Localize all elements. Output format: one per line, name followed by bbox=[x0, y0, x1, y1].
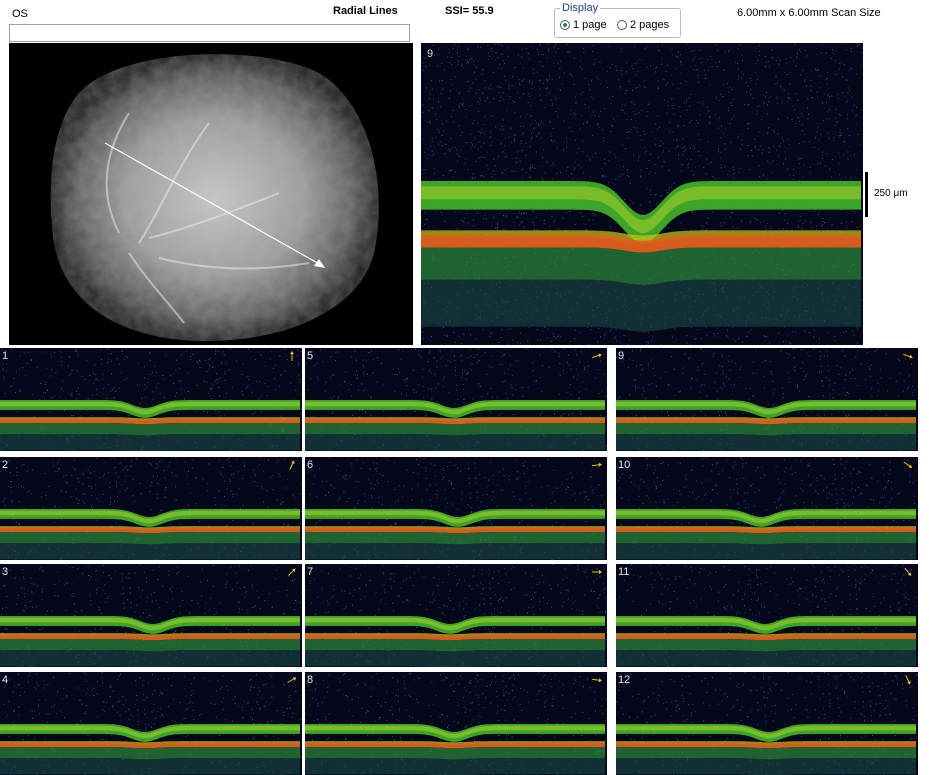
thumbnail-number: 10 bbox=[618, 459, 631, 471]
thumbnail-bscan-svg bbox=[0, 348, 302, 451]
thumbnail-number: 5 bbox=[307, 350, 314, 362]
thumbnail-scan-12[interactable]: 12 bbox=[616, 672, 918, 775]
scale-label: 250 μm bbox=[874, 188, 908, 199]
thumbnail-bscan-svg bbox=[616, 348, 918, 451]
direction-arrow-icon bbox=[591, 462, 602, 467]
thumbnail-number: 1 bbox=[2, 350, 9, 362]
thumbnail-bscan-svg bbox=[305, 348, 607, 451]
direction-arrow-icon bbox=[290, 351, 294, 361]
thumbnail-scan-10[interactable]: 10 bbox=[616, 457, 918, 560]
thumbnail-bscan-svg bbox=[305, 564, 607, 667]
thumbnail-number: 12 bbox=[618, 674, 631, 686]
thumbnail-scan-5[interactable]: 5 bbox=[305, 348, 607, 451]
direction-arrow-icon bbox=[591, 678, 602, 683]
fundus-header-bar bbox=[9, 24, 410, 42]
display-2-pages-radio[interactable]: 2 pages bbox=[617, 19, 669, 31]
direction-arrow-icon bbox=[904, 567, 912, 576]
thumbnail-bscan-svg bbox=[616, 564, 918, 667]
direction-arrow-icon bbox=[903, 353, 913, 359]
thumbnail-number: 4 bbox=[2, 674, 9, 686]
thumbnail-scan-2[interactable]: 2 bbox=[0, 457, 302, 560]
direction-arrow-icon bbox=[288, 568, 296, 576]
display-group: Display 1 page 2 pages bbox=[554, 3, 681, 38]
thumbnail-number: 11 bbox=[618, 566, 630, 578]
direction-arrow-icon bbox=[592, 570, 602, 574]
thumbnail-bscan-svg bbox=[0, 672, 302, 775]
thumbnail-scan-7[interactable]: 7 bbox=[305, 564, 607, 667]
scale-bar bbox=[865, 172, 868, 217]
thumbnail-number: 7 bbox=[307, 566, 314, 578]
eye-label: OS bbox=[12, 8, 28, 20]
thumbnail-scan-1[interactable]: 1 bbox=[0, 348, 302, 451]
thumbnail-number: 9 bbox=[618, 350, 625, 362]
thumbnail-bscan-svg bbox=[305, 457, 607, 560]
direction-arrow-icon bbox=[905, 675, 911, 685]
thumbnail-scan-4[interactable]: 4 bbox=[0, 672, 302, 775]
thumbnail-number: 3 bbox=[2, 566, 9, 578]
thumbnail-scan-8[interactable]: 8 bbox=[305, 672, 607, 775]
thumbnail-scan-9[interactable]: 9 bbox=[616, 348, 918, 451]
thumbnail-scan-11[interactable]: 11 bbox=[616, 564, 918, 667]
thumbnail-number: 6 bbox=[307, 459, 314, 471]
thumbnail-bscan-svg bbox=[616, 672, 918, 775]
thumbnail-number: 8 bbox=[307, 674, 314, 686]
display-2-pages-label: 2 pages bbox=[630, 19, 670, 31]
main-scan-number: 9 bbox=[427, 48, 434, 60]
direction-arrow-icon bbox=[592, 353, 602, 359]
display-1-page-label: 1 page bbox=[573, 19, 607, 31]
thumbnail-bscan-svg bbox=[0, 564, 302, 667]
direction-arrow-icon bbox=[903, 461, 913, 468]
thumbnail-scan-6[interactable]: 6 bbox=[305, 457, 607, 560]
display-1-page-radio[interactable]: 1 page bbox=[560, 19, 607, 31]
ssi-label: SSI= 55.9 bbox=[445, 5, 494, 17]
thumbnail-scan-3[interactable]: 3 bbox=[0, 564, 302, 667]
fundus-image[interactable] bbox=[9, 43, 413, 345]
thumbnail-bscan-svg bbox=[616, 457, 918, 560]
radio-checked-icon bbox=[560, 20, 570, 30]
protocol-label: Radial Lines bbox=[333, 5, 398, 17]
thumbnail-bscan-svg bbox=[0, 457, 302, 560]
radio-unchecked-icon bbox=[617, 20, 627, 30]
scan-size-label: 6.00mm x 6.00mm Scan Size bbox=[737, 7, 881, 19]
main-bscan-svg bbox=[421, 43, 863, 345]
thumbnail-number: 2 bbox=[2, 459, 9, 471]
main-bscan-image[interactable]: 9 bbox=[421, 43, 863, 345]
direction-arrow-icon bbox=[289, 460, 295, 470]
thumbnail-bscan-svg bbox=[305, 672, 607, 775]
fundus-svg bbox=[50, 54, 379, 342]
direction-arrow-icon bbox=[287, 677, 297, 683]
display-legend: Display bbox=[560, 2, 601, 14]
